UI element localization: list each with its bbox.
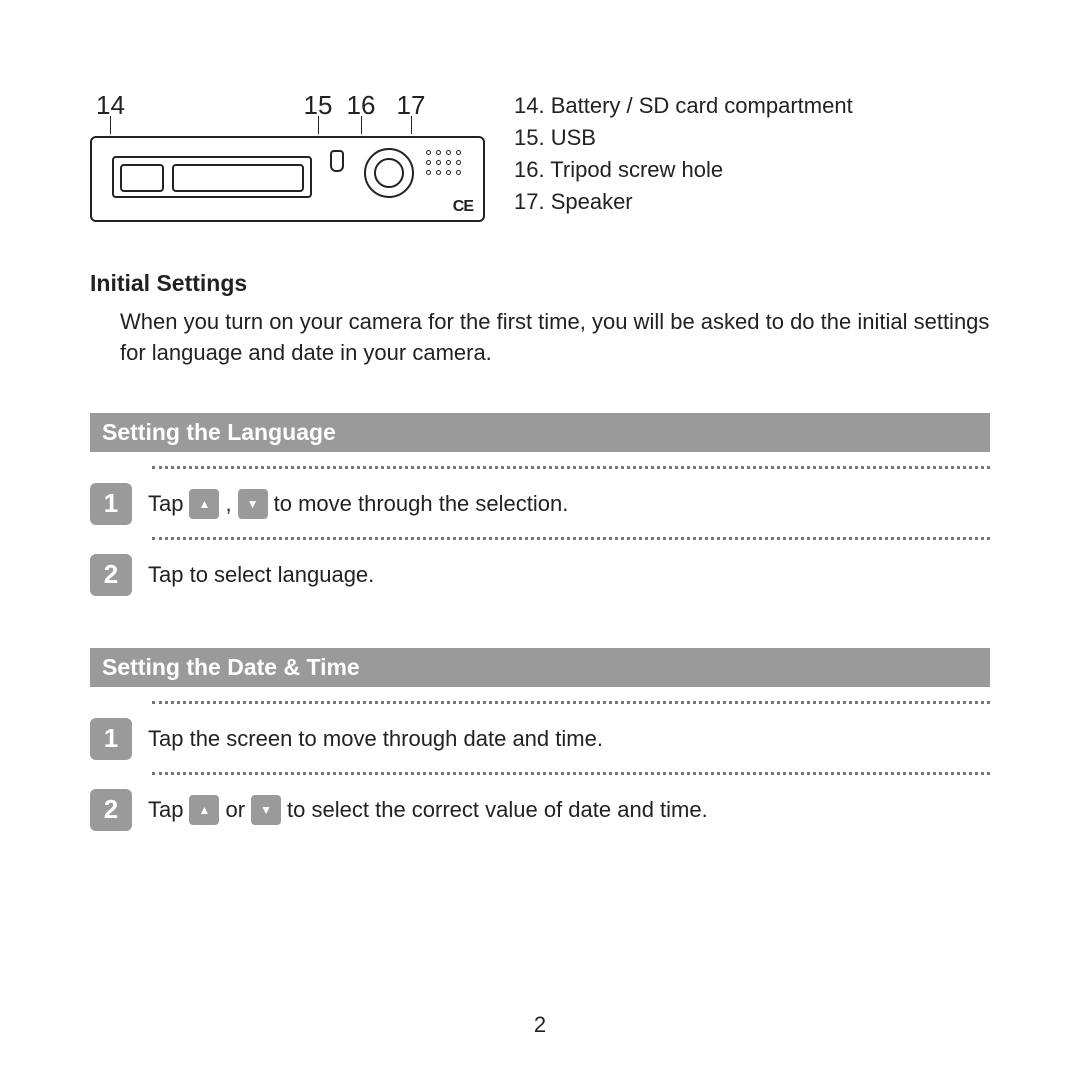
step-text: Tap (148, 797, 183, 823)
step-text: or (225, 797, 245, 823)
speaker-grille-icon (426, 150, 470, 188)
language-steps: 1 Tap ▲ , ▼ to move through the selectio… (90, 466, 990, 608)
legend-item: 15. USB (514, 122, 990, 154)
language-step-2: 2 Tap to select language. (90, 540, 990, 608)
ce-mark-icon: CE (453, 198, 473, 216)
step-text: , (225, 491, 231, 517)
step-number: 1 (90, 483, 132, 525)
step-text: Tap (148, 491, 183, 517)
step-text: Tap to select language. (148, 562, 374, 588)
usb-port-icon (330, 150, 344, 172)
initial-settings-heading: Initial Settings (90, 270, 990, 297)
datetime-step-2: 2 Tap ▲ or ▼ to select the correct value… (90, 775, 990, 843)
callout-16: 16 (336, 90, 386, 136)
legend-item: 17. Speaker (514, 186, 990, 218)
datetime-step-1: 1 Tap the screen to move through date an… (90, 704, 990, 772)
step-text: Tap the screen to move through date and … (148, 726, 603, 752)
step-number: 2 (90, 554, 132, 596)
page-number: 2 (0, 1012, 1080, 1038)
initial-settings-text: When you turn on your camera for the fir… (90, 307, 990, 369)
down-arrow-icon: ▼ (238, 489, 268, 519)
language-step-1: 1 Tap ▲ , ▼ to move through the selectio… (90, 469, 990, 537)
parts-legend: 14. Battery / SD card compartment 15. US… (514, 90, 990, 218)
camera-diagram: 14 15 16 17 CE (90, 90, 490, 222)
step-number: 1 (90, 718, 132, 760)
legend-item: 16. Tripod screw hole (514, 154, 990, 186)
up-arrow-icon: ▲ (189, 489, 219, 519)
callout-15: 15 (300, 90, 336, 136)
step-text: to move through the selection. (274, 491, 569, 517)
step-number: 2 (90, 789, 132, 831)
top-row: 14 15 16 17 CE (90, 90, 990, 222)
callout-17: 17 (386, 90, 436, 136)
datetime-section-bar: Setting the Date & Time (90, 648, 990, 687)
callout-14: 14 (90, 90, 150, 136)
up-arrow-icon: ▲ (189, 795, 219, 825)
step-text: to select the correct value of date and … (287, 797, 708, 823)
down-arrow-icon: ▼ (251, 795, 281, 825)
tripod-hole-icon (364, 148, 414, 198)
camera-bottom-outline: CE (90, 136, 485, 222)
datetime-steps: 1 Tap the screen to move through date an… (90, 701, 990, 843)
legend-item: 14. Battery / SD card compartment (514, 90, 990, 122)
language-section-bar: Setting the Language (90, 413, 990, 452)
battery-compartment-icon (112, 156, 312, 198)
